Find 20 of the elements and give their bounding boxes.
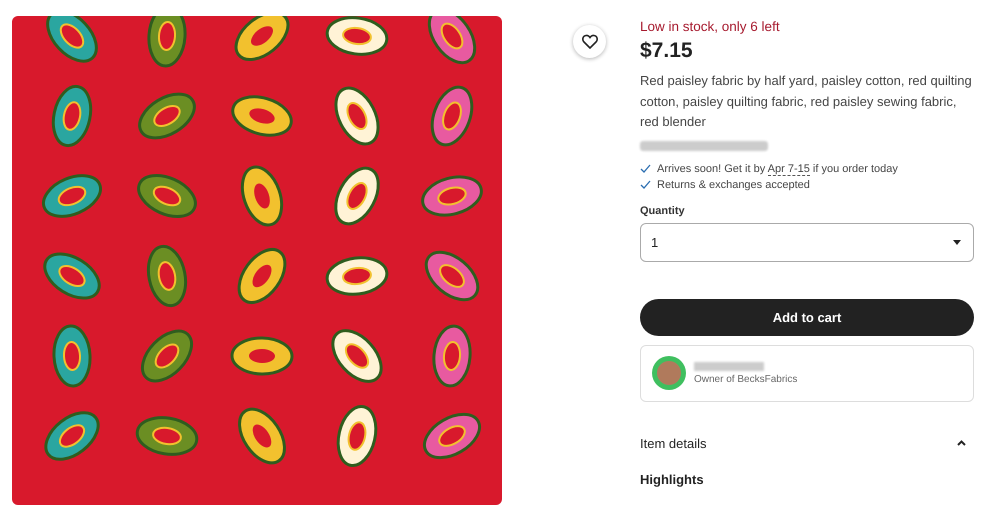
caret-icon <box>957 440 966 446</box>
quantity-dropdown[interactable]: 1 <box>640 222 974 262</box>
stock-notice: Low in stock, only 6 left <box>640 19 781 34</box>
perk-text: Returns & exchanges accepted <box>657 178 810 190</box>
listing-title: Red paisley fabric by half yard, paisley cotton, red quilting cotton, paisley quilting fabric, red paisley sewing fabric, red blender <box>640 72 973 131</box>
caret-icon <box>953 240 961 244</box>
favorite-button[interactable] <box>573 25 606 58</box>
seller-subtitle: Owner of BecksFabrics <box>694 374 798 384</box>
check-icon <box>640 164 651 173</box>
heart-icon <box>582 34 598 49</box>
add-to-cart-button[interactable]: Add to cart <box>640 298 974 336</box>
avatar-icon <box>652 356 686 390</box>
seller-card[interactable]: Owner of BecksFabrics <box>640 344 974 402</box>
quantity-label: Quantity <box>640 204 686 216</box>
blurred-seller-name <box>694 362 764 370</box>
item-details-toggle[interactable]: Item details <box>640 434 974 452</box>
highlights-heading: Highlights <box>640 472 705 486</box>
price: $7.15 <box>640 39 694 63</box>
perk-text: Arrives soon! Get it by Apr 7-15 if you order today <box>657 162 898 174</box>
check-icon <box>640 180 651 189</box>
